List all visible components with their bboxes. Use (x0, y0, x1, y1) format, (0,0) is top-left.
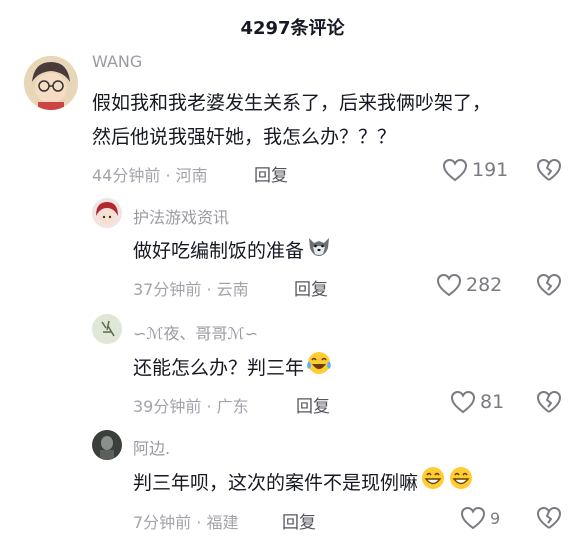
grinning-emoji-icon (448, 465, 474, 502)
comment-text-line: 还能怎么办？判三年 (133, 350, 332, 387)
like-count: 9 (490, 508, 501, 528)
comment-text-line: 假如我和我老婆发生关系了，后来我俩吵架了， (92, 92, 492, 114)
grinning-emoji-icon (420, 465, 446, 502)
heart-outline-icon (436, 273, 462, 297)
heart-outline-icon (442, 158, 468, 182)
comment-meta: 39分钟前 · 广东 (133, 397, 249, 416)
dislike-button[interactable] (536, 273, 562, 301)
reply-button[interactable]: 回复 (254, 161, 288, 186)
reply-button[interactable]: 回复 (282, 508, 316, 533)
avatar[interactable] (24, 56, 78, 110)
comment-text-line: 做好吃编制饭的准备 (133, 234, 332, 269)
dislike-button[interactable] (536, 390, 562, 418)
heart-outline-icon (460, 506, 486, 530)
like-button[interactable]: 81 (450, 390, 504, 414)
avatar[interactable] (92, 198, 122, 228)
like-count: 282 (466, 274, 503, 296)
wolf-emoji-icon (306, 234, 332, 269)
tears-of-joy-emoji-icon (306, 350, 332, 387)
comment-meta: 37分钟前 · 云南 (133, 280, 249, 299)
comment-author[interactable]: 护法游戏资讯 (133, 204, 229, 228)
comment-meta: 44分钟前 · 河南 (92, 166, 208, 185)
like-button[interactable]: 191 (442, 158, 508, 182)
like-count: 191 (472, 159, 509, 181)
broken-heart-icon (537, 274, 561, 296)
avatar[interactable] (92, 314, 122, 344)
comment-author[interactable]: ∽ℳ夜、哥哥ℳ∽ (133, 320, 258, 344)
broken-heart-icon (537, 391, 561, 413)
heart-outline-icon (450, 390, 476, 414)
comment-meta: 7分钟前 · 福建 (133, 513, 239, 532)
dislike-button[interactable] (536, 506, 562, 534)
like-button[interactable]: 282 (436, 273, 502, 297)
like-button[interactable]: 9 (460, 506, 500, 530)
reply-button[interactable]: 回复 (296, 392, 330, 417)
comment-author[interactable]: WANG (92, 52, 142, 71)
comments-count-title: 4297条评论 (240, 18, 345, 39)
like-count: 81 (480, 391, 505, 413)
broken-heart-icon (537, 159, 561, 181)
broken-heart-icon (537, 507, 561, 529)
dislike-button[interactable] (536, 158, 562, 186)
comment-text-line: 然后他说我强奸她，我怎么办？？？ (92, 126, 397, 148)
reply-button[interactable]: 回复 (294, 275, 328, 300)
comment-text-line: 判三年呗，这次的案件不是现例嘛 (133, 465, 474, 502)
comment-author[interactable]: 阿边. (133, 435, 170, 459)
avatar[interactable] (92, 430, 122, 460)
